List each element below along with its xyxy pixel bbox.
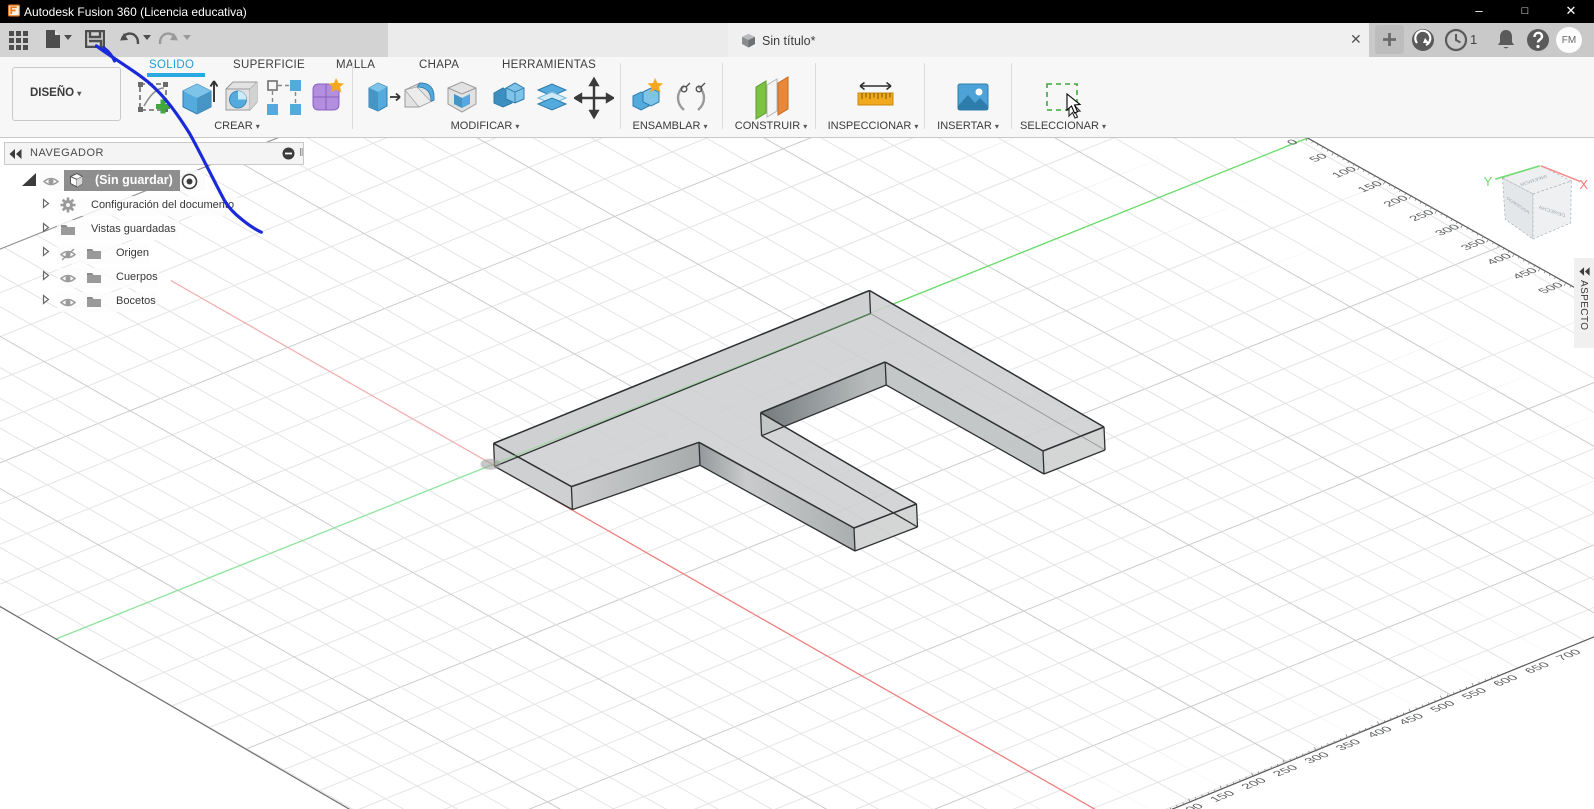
svg-text:Y: Y [1484,174,1493,189]
svg-text:X: X [1579,177,1588,192]
